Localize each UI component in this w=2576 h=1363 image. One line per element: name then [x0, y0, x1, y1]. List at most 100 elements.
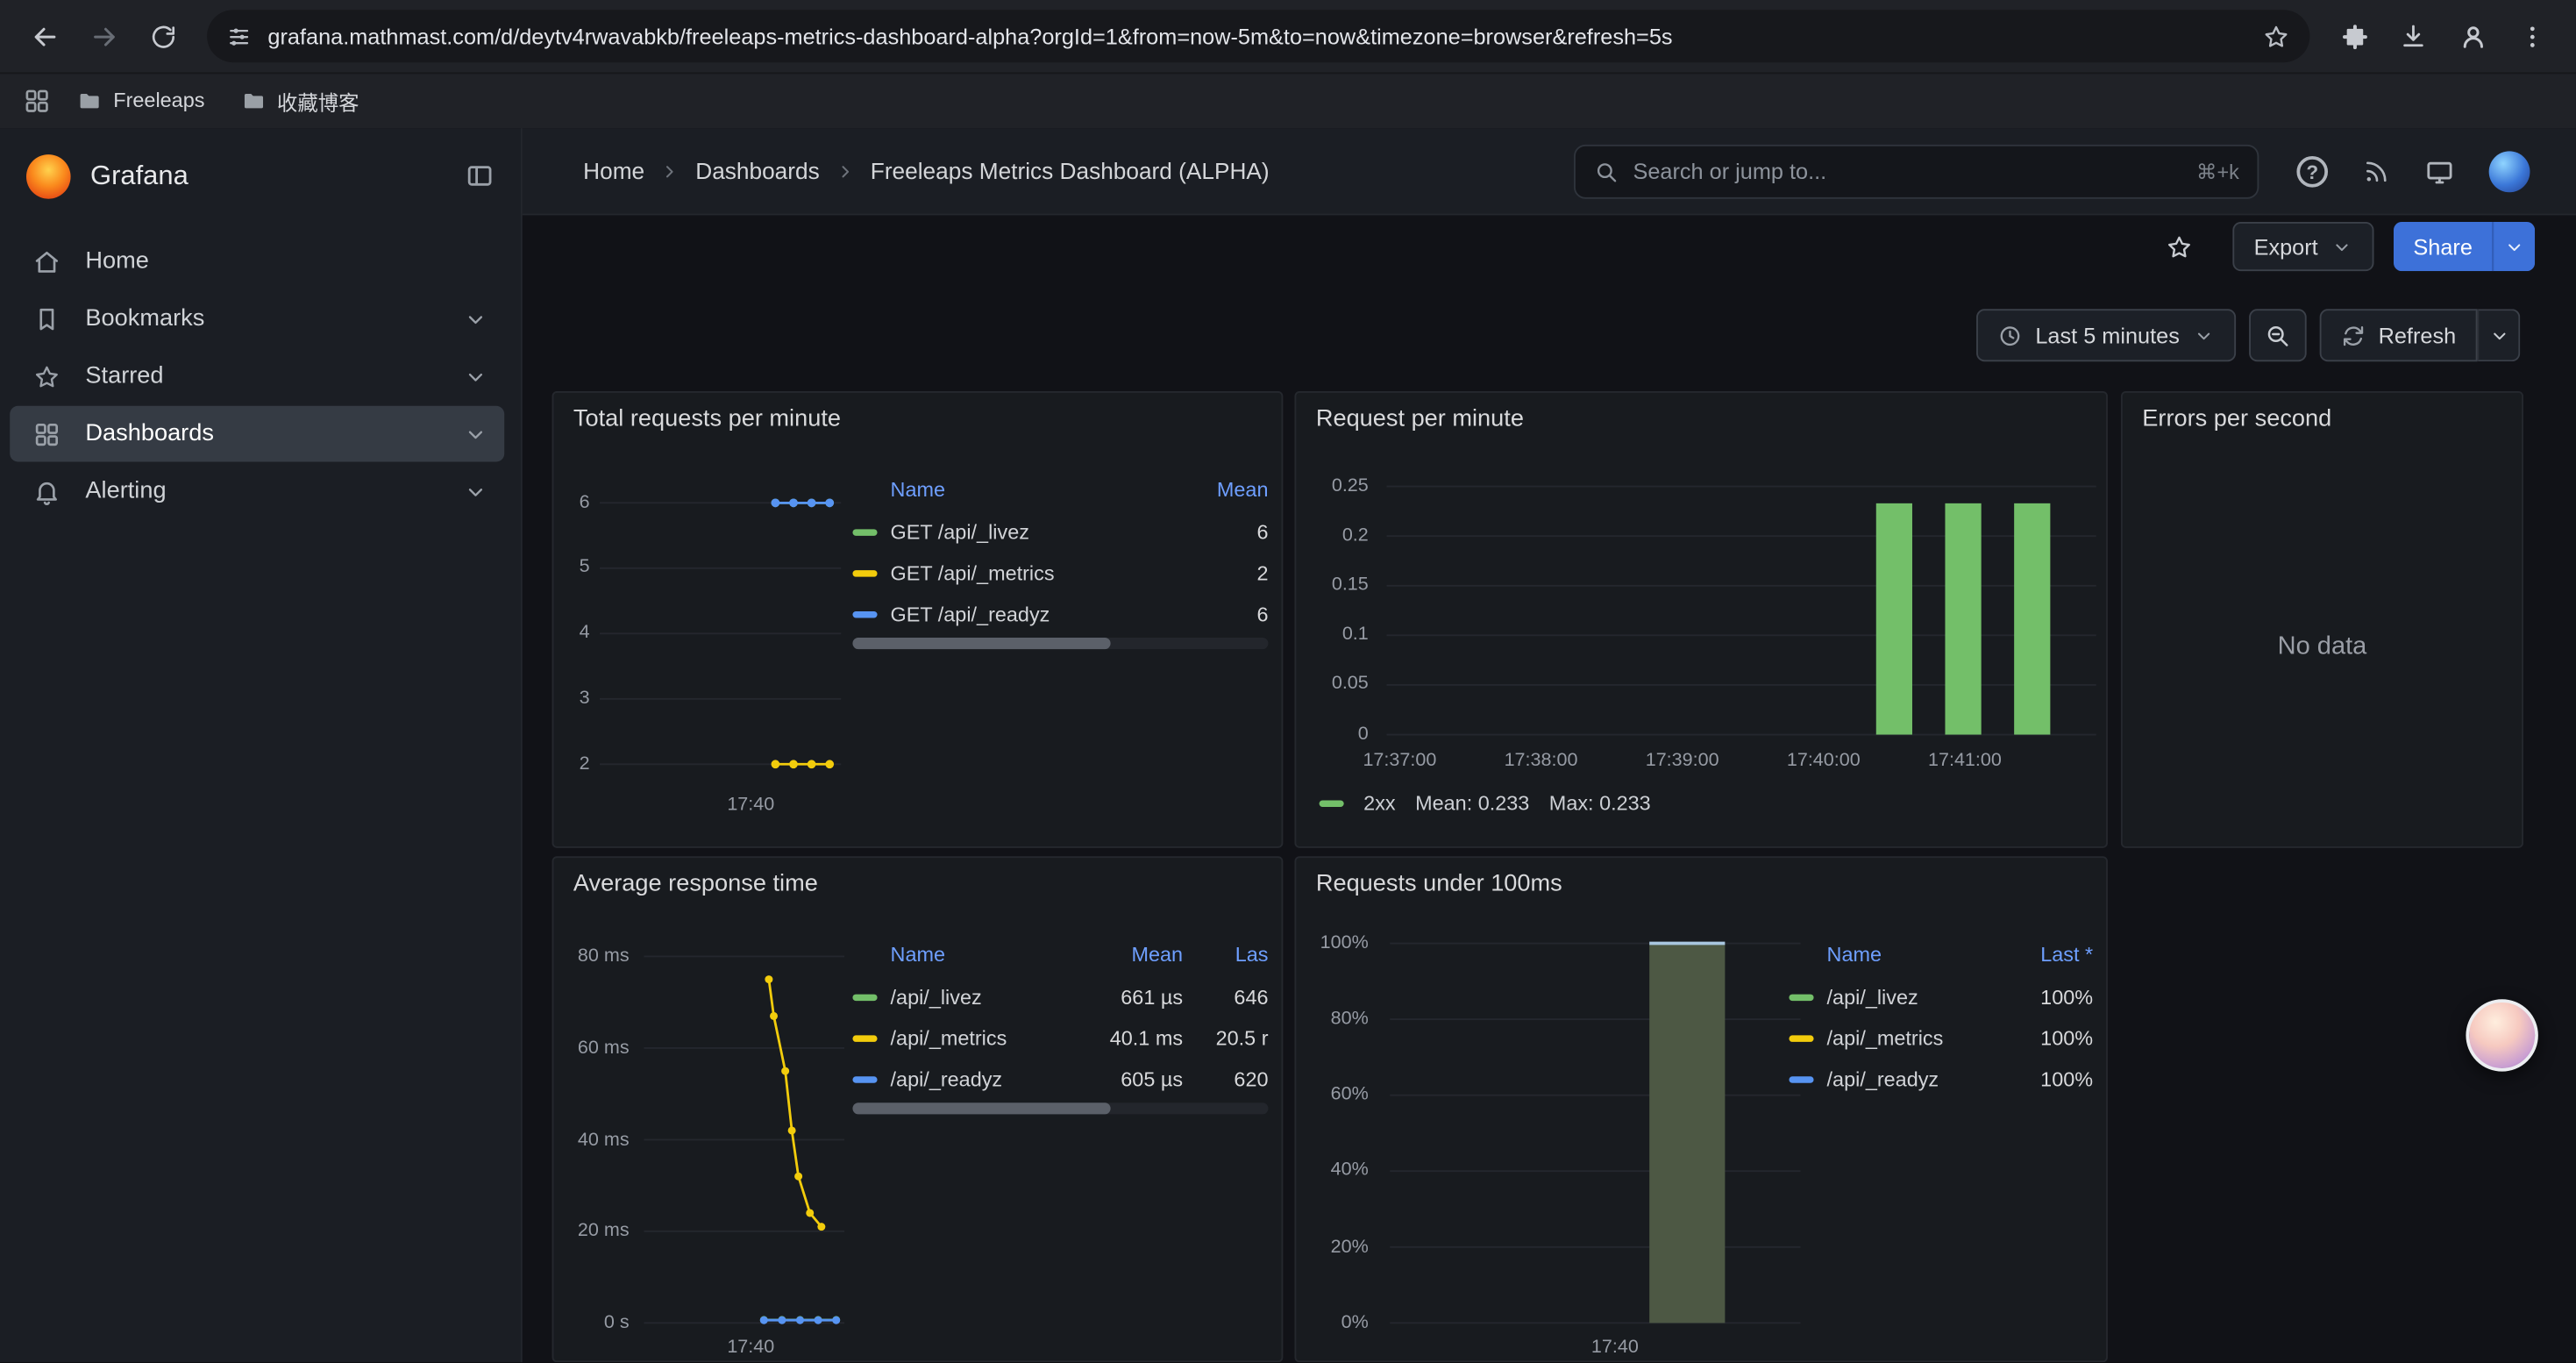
legend-scrollbar[interactable] — [852, 638, 1268, 649]
legend-col-last[interactable]: Las — [1196, 944, 1268, 967]
panel-title[interactable]: Total requests per minute — [573, 406, 841, 432]
favorite-star-icon[interactable] — [2165, 232, 2193, 260]
legend-col-name[interactable]: Name — [1827, 944, 2028, 967]
panel-title[interactable]: Request per minute — [1316, 406, 1524, 432]
chevron-down-icon[interactable] — [463, 364, 487, 389]
y-tick: 5 — [553, 555, 589, 578]
y-tick: 40 ms — [553, 1129, 629, 1152]
legend-scrollbar[interactable] — [852, 1103, 1268, 1114]
under-100ms-chart[interactable] — [1390, 935, 1800, 1330]
scrollbar-thumb[interactable] — [852, 638, 1110, 649]
legend-row: /api/_livez 100% — [1789, 976, 2093, 1017]
browser-menu-icon[interactable] — [2504, 8, 2560, 64]
sidebar-item-dashboards[interactable]: Dashboards — [10, 406, 504, 462]
grafana-logo[interactable] — [26, 153, 71, 198]
legend-header: Name Last * — [1789, 933, 2093, 976]
series-mean: 2 — [1183, 561, 1268, 584]
bookmark-folder-freeleaps[interactable]: Freeleaps — [68, 83, 215, 118]
y-tick: 2 — [553, 753, 589, 775]
panel-title[interactable]: Average response time — [573, 871, 818, 897]
legend-col-name[interactable]: Name — [891, 478, 1171, 501]
chevron-down-icon[interactable] — [463, 422, 487, 446]
grafana-app: Grafana Home Bookmarks Starred — [0, 128, 2576, 1362]
chevron-down-icon[interactable] — [463, 306, 487, 331]
series-name[interactable]: /api/_livez — [1827, 985, 2028, 1008]
sidebar-item-bookmarks[interactable]: Bookmarks — [10, 291, 504, 347]
scrollbar-thumb[interactable] — [852, 1103, 1110, 1114]
panel-title[interactable]: Errors per second — [2142, 406, 2331, 432]
main-area: Home Dashboards Freeleaps Metrics Dashbo… — [523, 128, 2576, 1362]
legend-row: /api/_livez 661 µs 646 — [852, 976, 1268, 1017]
share-split-button: Share — [2394, 222, 2535, 271]
export-button[interactable]: Export — [2232, 222, 2373, 271]
sidebar-item-label: Home — [85, 248, 148, 275]
help-icon[interactable]: ? — [2296, 156, 2328, 188]
chevron-down-icon[interactable] — [463, 479, 487, 503]
forward-button[interactable] — [75, 8, 132, 64]
news-rss-icon[interactable] — [2362, 158, 2390, 186]
series-name[interactable]: GET /api/_readyz — [891, 603, 1171, 625]
bookmark-folder-blogs[interactable]: 收藏博客 — [231, 80, 368, 121]
sidebar-item-home[interactable]: Home — [10, 233, 504, 289]
breadcrumb-dashboards[interactable]: Dashboards — [695, 158, 819, 184]
share-button[interactable]: Share — [2394, 222, 2492, 271]
series-color-dash — [1320, 800, 1344, 806]
refresh-button[interactable]: Refresh — [2319, 309, 2477, 361]
legend-table: Name Last * /api/_livez 100% /api/_metri… — [1789, 933, 2093, 1099]
sidebar-item-alerting[interactable]: Alerting — [10, 463, 504, 519]
bookmarks-bar: Freeleaps 收藏博客 — [0, 72, 2576, 128]
bookmark-label: Freeleaps — [113, 89, 204, 111]
series-color-dash — [852, 1034, 877, 1040]
apps-grid-icon[interactable] — [23, 86, 51, 114]
search-shortcut: ⌘+k — [2196, 160, 2239, 184]
average-response-chart[interactable] — [644, 944, 844, 1346]
legend-col-mean[interactable]: Mean — [1183, 478, 1268, 501]
y-tick: 0 — [1296, 723, 1368, 746]
sidebar-toggle-icon[interactable] — [465, 161, 495, 191]
downloads-icon[interactable] — [2386, 8, 2442, 64]
bookmark-star-icon[interactable] — [2262, 22, 2290, 50]
series-color-dash — [1789, 994, 1813, 1000]
total-requests-chart[interactable] — [600, 478, 841, 790]
series-color-dash — [852, 994, 877, 1000]
kiosk-monitor-icon[interactable] — [2425, 157, 2455, 187]
back-button[interactable] — [17, 8, 73, 64]
address-bar[interactable]: grafana.mathmast.com/d/deytv4rwavabkb/fr… — [207, 10, 2309, 62]
floating-assistant-avatar[interactable] — [2466, 999, 2537, 1071]
legend-col-name[interactable]: Name — [891, 944, 1068, 967]
legend-col-last[interactable]: Last * — [2040, 944, 2093, 967]
zoom-out-button[interactable] — [2249, 309, 2307, 361]
x-tick: 17:37:00 — [1342, 749, 1457, 772]
reload-button[interactable] — [135, 8, 191, 64]
time-controls: Last 5 minutes Refresh — [1976, 309, 2520, 361]
series-name[interactable]: /api/_readyz — [1827, 1067, 2028, 1090]
share-caret-button[interactable] — [2492, 222, 2535, 271]
legend-col-mean[interactable]: Mean — [1081, 944, 1183, 967]
series-mean: 661 µs — [1081, 985, 1183, 1008]
legend-row: /api/_metrics 100% — [1789, 1017, 2093, 1059]
series-name[interactable]: /api/_livez — [891, 985, 1068, 1008]
y-tick: 0% — [1296, 1311, 1368, 1334]
sidebar-item-starred[interactable]: Starred — [10, 348, 504, 404]
request-per-minute-chart[interactable] — [1386, 478, 2096, 741]
refresh-icon — [2340, 323, 2365, 347]
extensions-icon[interactable] — [2326, 8, 2382, 64]
panel-title[interactable]: Requests under 100ms — [1316, 871, 1562, 897]
series-name[interactable]: /api/_metrics — [1827, 1026, 2028, 1049]
refresh-label: Refresh — [2379, 323, 2457, 347]
site-settings-icon[interactable] — [227, 24, 252, 48]
profile-icon[interactable] — [2444, 8, 2501, 64]
time-range-picker[interactable]: Last 5 minutes — [1976, 309, 2236, 361]
user-avatar[interactable] — [2489, 151, 2530, 192]
y-tick: 80% — [1296, 1008, 1368, 1031]
series-name[interactable]: /api/_metrics — [891, 1026, 1068, 1049]
breadcrumb-home[interactable]: Home — [583, 158, 644, 184]
dashboards-grid-icon — [32, 420, 60, 448]
search-input[interactable]: Search or jump to... ⌘+k — [1574, 145, 2259, 199]
series-name[interactable]: GET /api/_metrics — [891, 561, 1171, 584]
refresh-interval-caret[interactable] — [2478, 309, 2521, 361]
series-name[interactable]: /api/_readyz — [891, 1067, 1068, 1090]
series-name[interactable]: GET /api/_livez — [891, 520, 1171, 543]
series-name[interactable]: 2xx — [1363, 792, 1395, 815]
x-tick: 17:40 — [709, 1336, 792, 1359]
